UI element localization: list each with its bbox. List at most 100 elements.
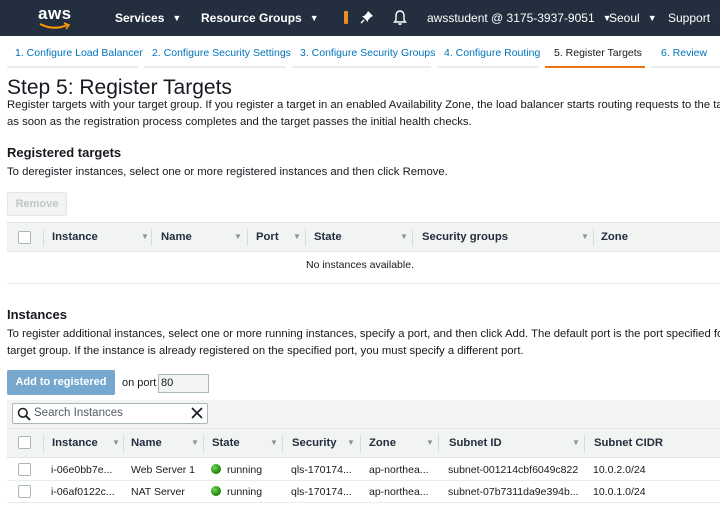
column-separator bbox=[584, 435, 585, 452]
sort-icon: ▼ bbox=[426, 438, 434, 447]
resource-groups-label: Resource Groups bbox=[201, 11, 302, 25]
tab-review[interactable]: 6. Review bbox=[661, 47, 707, 59]
chevron-down-icon: ▼ bbox=[172, 13, 182, 23]
tab-configure-routing[interactable]: 4. Configure Routing bbox=[444, 47, 540, 59]
column-header-instance[interactable]: Instance ▼ bbox=[52, 429, 120, 457]
instances-description-line-1: To register additional instances, select… bbox=[7, 328, 720, 340]
region-menu[interactable]: Seoul ▼ bbox=[609, 0, 657, 36]
pin-icon[interactable] bbox=[360, 10, 374, 24]
support-menu[interactable]: Support▼ bbox=[668, 0, 720, 36]
column-header-subnet-id[interactable]: Subnet ID ▼ bbox=[449, 429, 580, 457]
chevron-down-icon: ▼ bbox=[309, 13, 319, 23]
column-header-name[interactable]: Name ▼ bbox=[131, 429, 199, 457]
column-header-zone[interactable]: Zone ▼ bbox=[369, 429, 434, 457]
row-checkbox[interactable] bbox=[18, 485, 31, 498]
column-separator bbox=[305, 229, 306, 246]
sort-icon: ▼ bbox=[191, 438, 199, 447]
sort-icon: ▼ bbox=[572, 438, 580, 447]
top-navigation-bar: aws Services ▼ Resource Groups ▼ awsstuden… bbox=[0, 0, 720, 36]
column-header-port[interactable]: Port ▼ bbox=[256, 223, 301, 251]
bell-icon[interactable] bbox=[392, 9, 408, 26]
select-all-checkbox[interactable] bbox=[18, 231, 31, 244]
page-description-line-2: as soon as the registration process comp… bbox=[7, 116, 472, 128]
remove-button[interactable]: Remove bbox=[7, 192, 67, 216]
column-separator bbox=[282, 435, 283, 452]
resource-groups-menu[interactable]: Resource Groups ▼ bbox=[201, 0, 319, 36]
divider bbox=[7, 283, 720, 284]
column-header-security[interactable]: Security ▼ bbox=[292, 429, 355, 457]
column-header-security-groups[interactable]: Security groups ▼ bbox=[422, 223, 589, 251]
services-label: Services bbox=[115, 11, 165, 25]
sort-icon: ▼ bbox=[141, 232, 149, 241]
tab-underline-active bbox=[545, 66, 645, 68]
instance-state: running bbox=[211, 481, 262, 503]
availability-zone: ap-northea... bbox=[369, 464, 429, 476]
port-input[interactable]: 80 bbox=[158, 374, 209, 393]
tab-configure-load-balancer[interactable]: 1. Configure Load Balancer bbox=[15, 47, 143, 59]
column-separator bbox=[43, 435, 44, 452]
aws-logo[interactable]: aws bbox=[38, 5, 74, 31]
instance-name: Web Server 1 bbox=[131, 464, 195, 476]
search-instances-input[interactable]: Search Instances bbox=[12, 403, 208, 424]
wizard-steps: 1. Configure Load Balancer 2. Configure … bbox=[0, 36, 720, 68]
sort-icon: ▼ bbox=[347, 438, 355, 447]
table-row[interactable]: i-06af0122c... NAT Server running qls-17… bbox=[7, 481, 720, 503]
tab-underline bbox=[7, 66, 138, 68]
close-icon[interactable] bbox=[191, 407, 203, 419]
subnet-id: subnet-07b7311da9e394b... bbox=[448, 486, 579, 498]
search-placeholder: Search Instances bbox=[34, 407, 123, 419]
account-label: awsstudent @ 3175-3937-9051 bbox=[427, 11, 595, 25]
tab-underline bbox=[651, 66, 720, 68]
on-port-label: on port bbox=[122, 377, 157, 389]
tab-configure-security-settings[interactable]: 2. Configure Security Settings bbox=[152, 47, 291, 59]
registered-targets-description: To deregister instances, select one or m… bbox=[7, 166, 448, 178]
column-separator bbox=[593, 229, 594, 246]
column-separator bbox=[151, 229, 152, 246]
subnet-cidr: 10.0.1.0/24 bbox=[593, 486, 646, 498]
column-separator bbox=[123, 435, 124, 452]
empty-state-message: No instances available. bbox=[306, 259, 414, 271]
availability-zone: ap-northea... bbox=[369, 486, 429, 498]
support-label: Support bbox=[668, 11, 711, 25]
tab-configure-security-groups[interactable]: 3. Configure Security Groups bbox=[300, 47, 435, 59]
column-header-state[interactable]: State ▼ bbox=[314, 223, 408, 251]
column-header-name[interactable]: Name ▼ bbox=[161, 223, 242, 251]
divider-accent bbox=[344, 11, 348, 24]
column-separator bbox=[360, 435, 361, 452]
chevron-down-icon: ▼ bbox=[647, 13, 657, 23]
tab-underline bbox=[437, 66, 539, 68]
aws-smile-icon bbox=[39, 22, 71, 30]
table-row[interactable]: i-06e0bb7e... Web Server 1 running qls-1… bbox=[7, 459, 720, 481]
sort-icon: ▼ bbox=[293, 232, 301, 241]
column-separator bbox=[43, 229, 44, 246]
account-menu[interactable]: awsstudent @ 3175-3937-9051 ▼ bbox=[427, 0, 612, 36]
column-header-instance[interactable]: Instance ▼ bbox=[52, 223, 149, 251]
instance-id: i-06e0bb7e... bbox=[51, 464, 113, 476]
tab-underline bbox=[292, 66, 431, 68]
instances-heading: Instances bbox=[7, 307, 67, 322]
instance-name: NAT Server bbox=[131, 486, 185, 498]
tab-register-targets[interactable]: 5. Register Targets bbox=[554, 47, 642, 59]
instances-table-header: Instance ▼ Name ▼ State ▼ Security ▼ Zone ▼ S… bbox=[7, 428, 720, 458]
region-label: Seoul bbox=[609, 11, 640, 25]
add-to-registered-button[interactable]: Add to registered bbox=[7, 370, 115, 395]
column-header-state[interactable]: State ▼ bbox=[212, 429, 278, 457]
column-separator bbox=[438, 435, 439, 452]
select-all-checkbox[interactable] bbox=[18, 436, 31, 449]
column-separator bbox=[247, 229, 248, 246]
search-icon bbox=[17, 407, 31, 421]
services-menu[interactable]: Services ▼ bbox=[115, 0, 181, 36]
column-header-subnet-cidr[interactable]: Subnet CIDR bbox=[594, 429, 663, 457]
subnet-id: subnet-001214cbf6049c822 bbox=[448, 464, 579, 476]
registered-targets-heading: Registered targets bbox=[7, 145, 122, 160]
instance-id: i-06af0122c... bbox=[51, 486, 115, 498]
sort-icon: ▼ bbox=[112, 438, 120, 447]
column-separator bbox=[203, 435, 204, 452]
sort-icon: ▼ bbox=[400, 232, 408, 241]
row-checkbox[interactable] bbox=[18, 463, 31, 476]
column-header-zone[interactable]: Zone bbox=[601, 223, 628, 251]
tab-underline bbox=[144, 66, 286, 68]
sort-icon: ▼ bbox=[581, 232, 589, 241]
page-description-line-1: Register targets with your target group.… bbox=[7, 99, 720, 111]
security-group: qls-170174... bbox=[291, 486, 352, 498]
